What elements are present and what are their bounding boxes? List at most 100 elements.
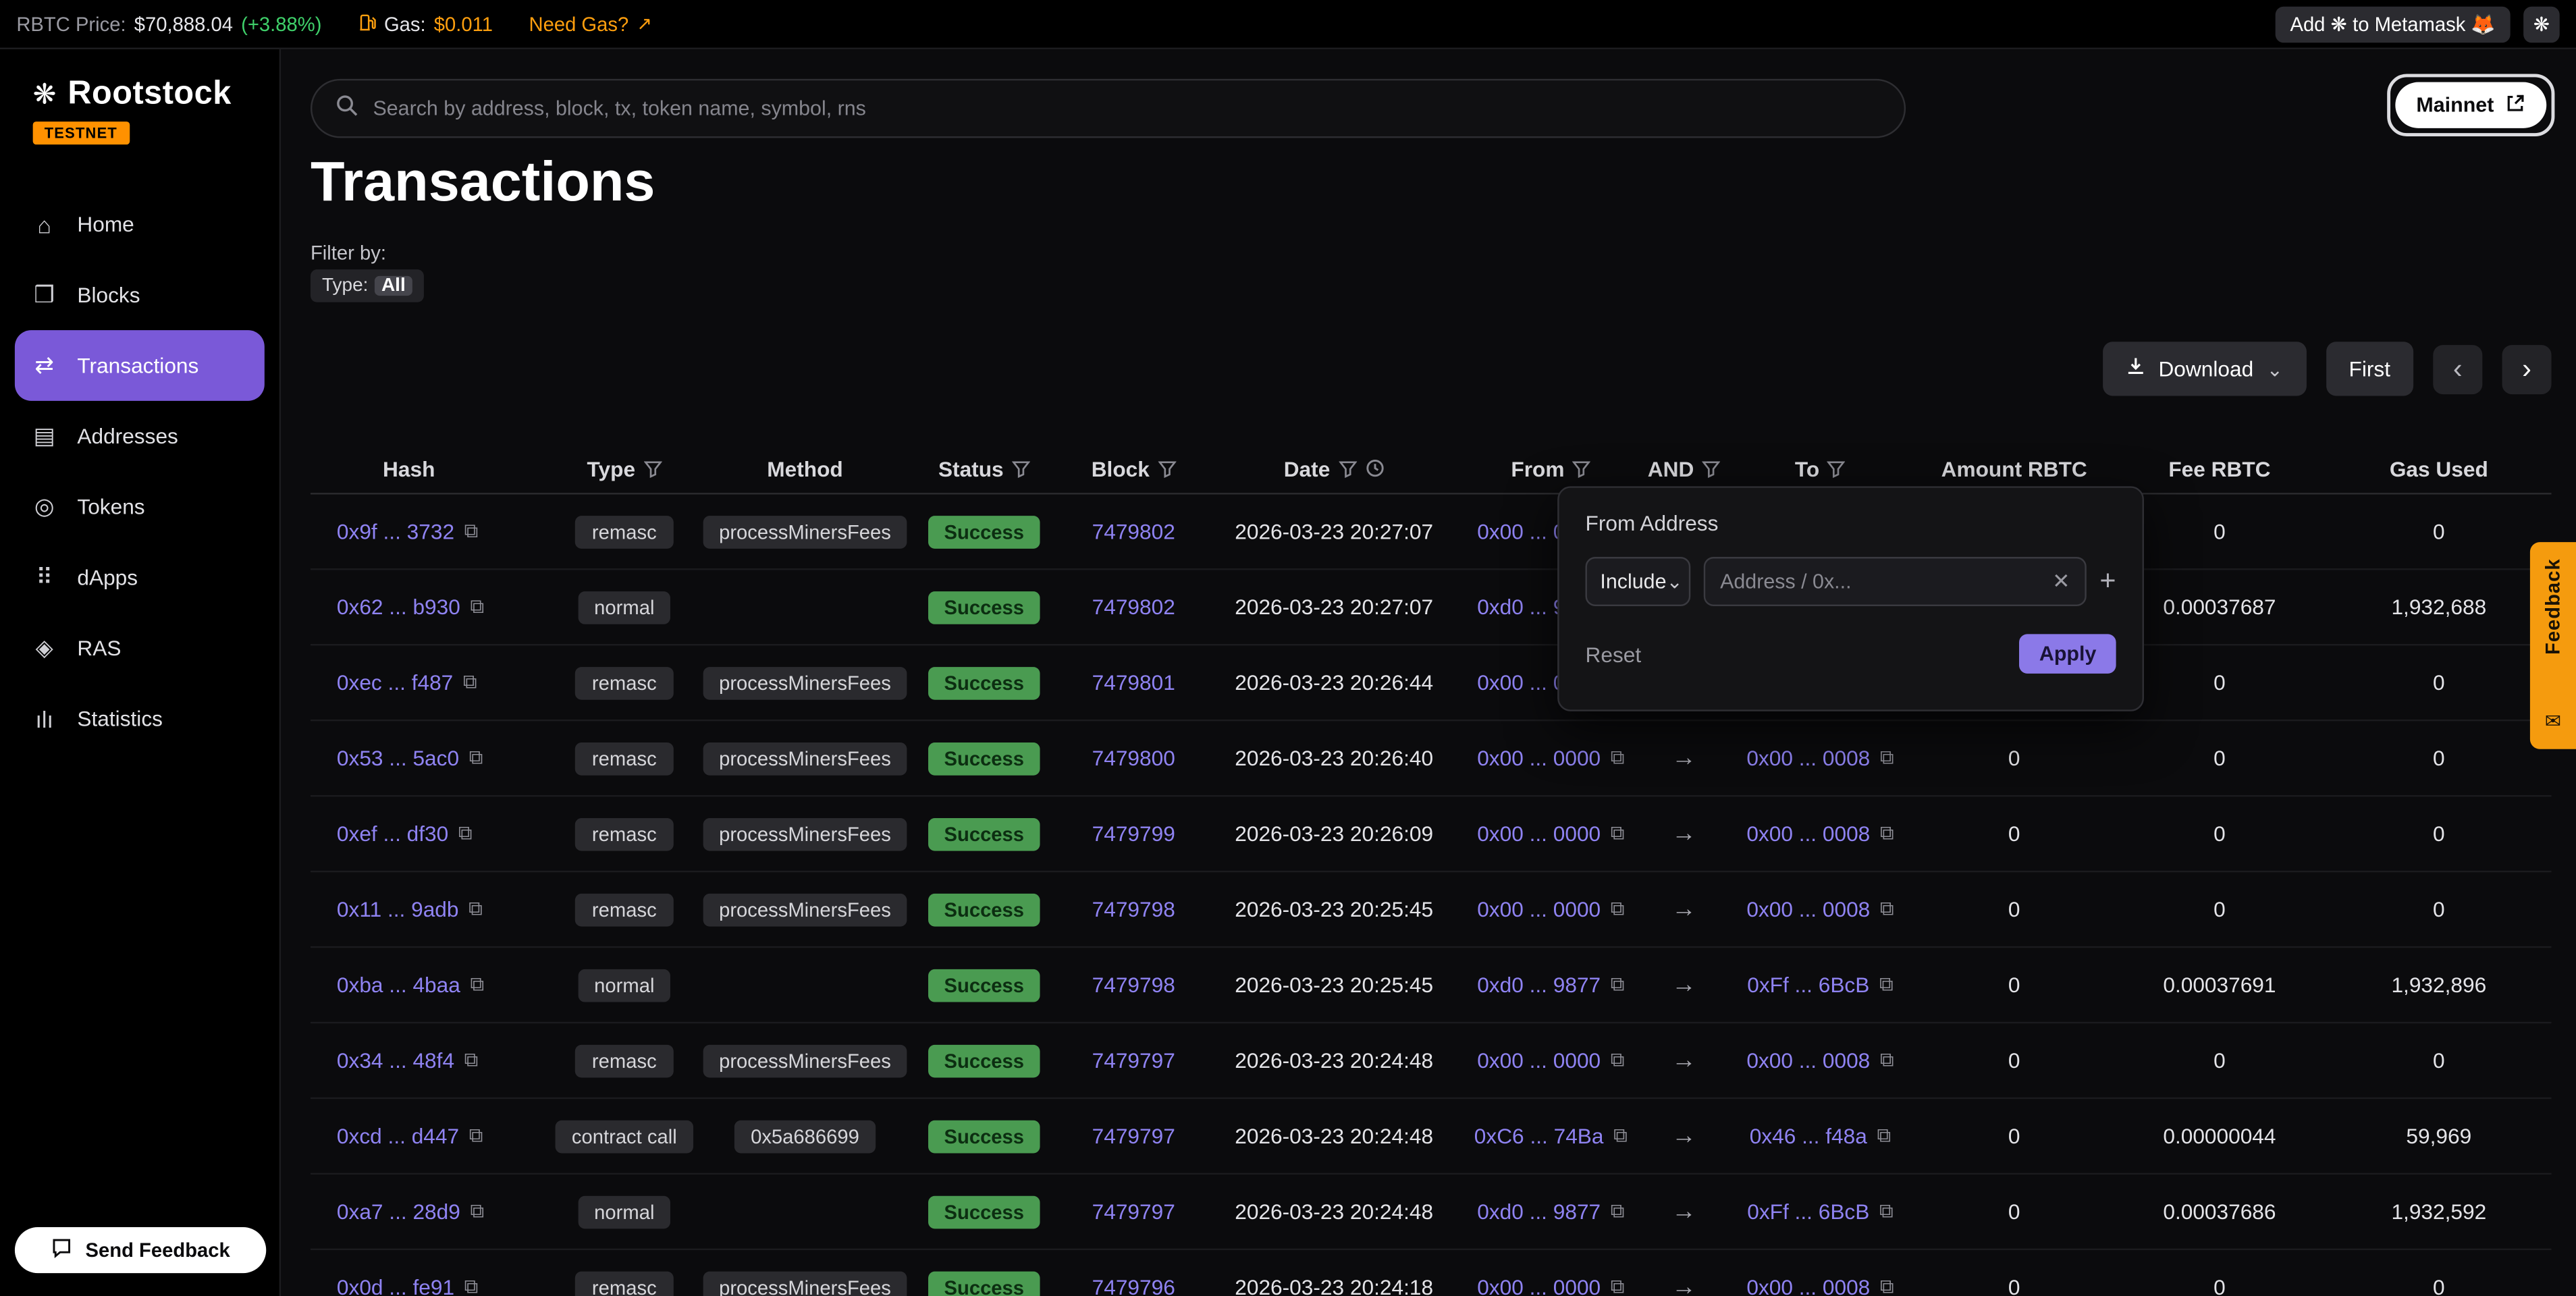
- copy-icon[interactable]: ⧉: [464, 519, 479, 544]
- copy-icon[interactable]: ⧉: [1613, 1124, 1628, 1149]
- from-address-link[interactable]: 0x00 ... 0000: [1477, 1275, 1601, 1296]
- copy-icon[interactable]: ⧉: [1611, 1275, 1625, 1296]
- column-header[interactable]: Status: [910, 443, 1058, 493]
- include-exclude-select[interactable]: Include ⌄: [1586, 557, 1691, 606]
- column-header[interactable]: Gas Used: [2326, 443, 2551, 493]
- reset-button[interactable]: Reset: [1586, 641, 1642, 666]
- from-address-link[interactable]: 0x00 ... 0000: [1477, 897, 1601, 922]
- sidebar-item-addresses[interactable]: ▤ Addresses: [15, 401, 265, 472]
- copy-icon[interactable]: ⧉: [1611, 897, 1625, 922]
- copy-icon[interactable]: ⧉: [1879, 1199, 1894, 1224]
- copy-icon[interactable]: ⧉: [1880, 746, 1894, 771]
- add-to-metamask-button[interactable]: Add ❋ to Metamask 🦊: [2276, 6, 2511, 43]
- copy-icon[interactable]: ⧉: [1879, 973, 1894, 998]
- block-link[interactable]: 7479796: [1092, 1275, 1175, 1296]
- copy-icon[interactable]: ⧉: [1611, 1199, 1625, 1224]
- copy-icon[interactable]: ⧉: [463, 670, 477, 695]
- copy-icon[interactable]: ⧉: [1611, 746, 1625, 771]
- tx-hash-link[interactable]: 0xa7 ... 28d9: [337, 1199, 460, 1224]
- block-link[interactable]: 7479797: [1092, 1048, 1175, 1073]
- copy-icon[interactable]: ⧉: [458, 821, 473, 846]
- block-link[interactable]: 7479802: [1092, 519, 1175, 544]
- tx-hash-link[interactable]: 0xec ... f487: [337, 670, 453, 695]
- copy-icon[interactable]: ⧉: [470, 1199, 484, 1224]
- filter-funnel-icon[interactable]: [1012, 459, 1030, 477]
- tx-hash-link[interactable]: 0x53 ... 5ac0: [337, 746, 459, 771]
- tx-hash-link[interactable]: 0x9f ... 3732: [337, 519, 454, 544]
- apply-button[interactable]: Apply: [2020, 634, 2116, 673]
- copy-icon[interactable]: ⧉: [470, 973, 484, 998]
- add-filter-icon[interactable]: +: [2099, 565, 2116, 598]
- from-address-link[interactable]: 0xd0 ... 9877: [1477, 973, 1601, 998]
- copy-icon[interactable]: ⧉: [469, 1124, 483, 1149]
- to-address-link[interactable]: 0xFf ... 6BcB: [1747, 973, 1869, 998]
- tx-hash-link[interactable]: 0x34 ... 48f4: [337, 1048, 454, 1073]
- column-header[interactable]: Method: [700, 443, 911, 493]
- to-address-link[interactable]: 0xFf ... 6BcB: [1747, 1199, 1869, 1224]
- rootstock-flower-icon-button[interactable]: ❋: [2523, 6, 2560, 43]
- filter-funnel-icon[interactable]: [1702, 459, 1721, 477]
- next-page-button[interactable]: ›: [2502, 344, 2552, 394]
- column-header[interactable]: Amount RBTC: [1916, 443, 2113, 493]
- column-header[interactable]: From: [1459, 443, 1643, 493]
- column-header[interactable]: Type: [549, 443, 700, 493]
- from-address-link[interactable]: 0xC6 ... 74Ba: [1474, 1124, 1604, 1149]
- column-header[interactable]: AND: [1643, 443, 1725, 493]
- block-link[interactable]: 7479799: [1092, 821, 1175, 846]
- filter-funnel-icon[interactable]: [1158, 459, 1176, 477]
- copy-icon[interactable]: ⧉: [1880, 821, 1894, 846]
- copy-icon[interactable]: ⧉: [468, 897, 483, 922]
- mainnet-button[interactable]: Mainnet: [2395, 82, 2546, 128]
- block-link[interactable]: 7479797: [1092, 1199, 1175, 1224]
- feedback-side-tab[interactable]: Feedback ✉: [2530, 542, 2576, 749]
- block-link[interactable]: 7479802: [1092, 595, 1175, 620]
- copy-icon[interactable]: ⧉: [464, 1048, 479, 1073]
- filter-funnel-icon[interactable]: [1827, 459, 1846, 477]
- tx-hash-link[interactable]: 0xef ... df30: [337, 821, 448, 846]
- sidebar-item-statistics[interactable]: ılı Statistics: [15, 683, 265, 754]
- clock-icon[interactable]: [1364, 458, 1384, 478]
- column-header[interactable]: Date: [1209, 443, 1459, 493]
- column-header[interactable]: Hash: [311, 443, 549, 493]
- sidebar-item-tokens[interactable]: ◎ Tokens: [15, 471, 265, 542]
- search-input[interactable]: [373, 97, 1881, 120]
- block-link[interactable]: 7479800: [1092, 746, 1175, 771]
- copy-icon[interactable]: ⧉: [1880, 897, 1894, 922]
- from-address-link[interactable]: 0x00 ... 0000: [1477, 1048, 1601, 1073]
- need-gas-link[interactable]: Need Gas? ↗: [529, 12, 651, 35]
- copy-icon[interactable]: ⧉: [469, 746, 483, 771]
- tx-hash-link[interactable]: 0x0d ... fe91: [337, 1275, 454, 1296]
- block-link[interactable]: 7479797: [1092, 1124, 1175, 1149]
- sidebar-item-home[interactable]: ⌂ Home: [15, 189, 265, 260]
- from-address-link[interactable]: 0xd0 ... 9877: [1477, 1199, 1601, 1224]
- filter-funnel-icon[interactable]: [1338, 459, 1356, 477]
- first-page-button[interactable]: First: [2326, 342, 2413, 396]
- copy-icon[interactable]: ⧉: [1611, 1048, 1625, 1073]
- sidebar-item-blocks[interactable]: ❒ Blocks: [15, 260, 265, 331]
- block-link[interactable]: 7479798: [1092, 973, 1175, 998]
- to-address-link[interactable]: 0x00 ... 0008: [1746, 1275, 1870, 1296]
- tx-hash-link[interactable]: 0x62 ... b930: [337, 595, 460, 620]
- to-address-link[interactable]: 0x00 ... 0008: [1746, 821, 1870, 846]
- to-address-link[interactable]: 0x00 ... 0008: [1746, 897, 1870, 922]
- column-header[interactable]: Fee RBTC: [2113, 443, 2326, 493]
- to-address-link[interactable]: 0x00 ... 0008: [1746, 1048, 1870, 1073]
- clear-input-icon[interactable]: ✕: [2052, 568, 2070, 595]
- download-button[interactable]: Download ⌄: [2103, 342, 2307, 396]
- to-address-link[interactable]: 0x00 ... 0008: [1746, 746, 1870, 771]
- copy-icon[interactable]: ⧉: [1611, 821, 1625, 846]
- type-filter-chip[interactable]: Type: All: [311, 269, 424, 302]
- logo-block[interactable]: ❋ Rootstock TESTNET: [0, 49, 279, 146]
- copy-icon[interactable]: ⧉: [1877, 1124, 1891, 1149]
- sidebar-item-dapps[interactable]: ⠿ dApps: [15, 542, 265, 613]
- copy-icon[interactable]: ⧉: [1880, 1275, 1894, 1296]
- block-link[interactable]: 7479801: [1092, 670, 1175, 695]
- sidebar-item-ras[interactable]: ◈ RAS: [15, 613, 265, 684]
- send-feedback-button[interactable]: Send Feedback: [15, 1227, 266, 1273]
- from-address-link[interactable]: 0x00 ... 0000: [1477, 746, 1601, 771]
- copy-icon[interactable]: ⧉: [1880, 1048, 1894, 1073]
- prev-page-button[interactable]: ‹: [2433, 344, 2482, 394]
- tx-hash-link[interactable]: 0x11 ... 9adb: [337, 897, 459, 922]
- filter-funnel-icon[interactable]: [643, 459, 662, 477]
- copy-icon[interactable]: ⧉: [464, 1275, 479, 1296]
